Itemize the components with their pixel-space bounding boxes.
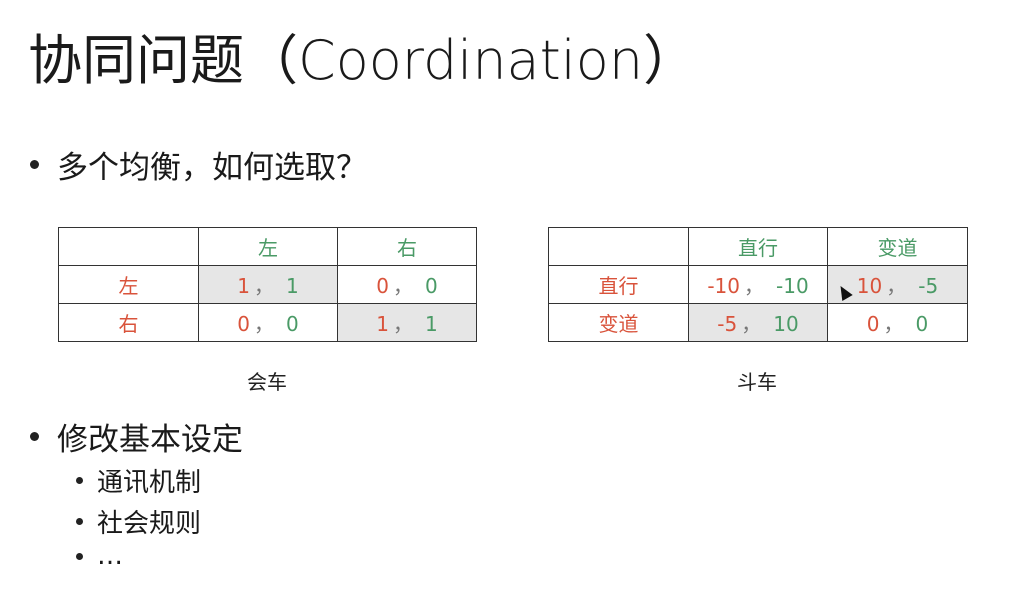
bullet-dot-icon [76, 477, 83, 484]
col-payoff: 10 [773, 312, 799, 336]
payoff-separator: ， [741, 312, 762, 336]
row-payoff: 0 [376, 274, 389, 298]
row-payoff: 1 [237, 274, 250, 298]
col-payoff: 0 [915, 312, 929, 336]
row-payoff: -5 [717, 312, 738, 336]
row-payoff: 10 [856, 274, 883, 298]
sub-bullet-text: 通讯机制 [97, 468, 202, 498]
row-payoff: 0 [237, 312, 250, 336]
payoff-cell: 0， 0 [827, 303, 968, 342]
payoff-cell: 1， 1 [198, 265, 338, 304]
bullet-dot-icon [76, 518, 83, 525]
row-payoff: -10 [707, 274, 740, 298]
col-header: 左 [198, 227, 338, 266]
row-payoff: 1 [376, 312, 389, 336]
col-header: 变道 [827, 227, 968, 266]
table-header-row: 左 右 [58, 227, 477, 266]
sub-bullet-text: 社会规则 [97, 509, 202, 539]
bullet-dot-icon [30, 432, 39, 441]
table-corner-cell [548, 227, 689, 266]
payoff-separator: ， [254, 312, 274, 336]
bullet-dot-icon [76, 552, 83, 560]
payoff-separator: ， [744, 274, 764, 298]
col-header: 直行 [688, 227, 828, 266]
payoff-separator: ， [393, 274, 413, 298]
bullet-dot-icon [30, 160, 39, 169]
payoff-cell: -5， 10 [688, 303, 828, 342]
slide-title: 协同问题（Coordination） [28, 29, 698, 92]
sub-bullet-ellipsis: … [76, 541, 123, 571]
payoff-separator: ， [883, 312, 904, 336]
table-corner-cell [58, 227, 199, 266]
col-header: 右 [337, 227, 477, 266]
col-payoff: 0 [286, 312, 299, 336]
row-header: 右 [58, 303, 199, 342]
table-caption: 斗车 [737, 370, 777, 394]
payoff-table-pass: 左 右 左 1， 1 0， 0 右 0， 0 1， 1 [58, 227, 477, 342]
payoff-cell: 0， 0 [198, 303, 338, 342]
payoff-cell: -10， -10 [688, 265, 828, 304]
table-row: 左 1， 1 0， 0 [58, 265, 477, 304]
col-payoff: 1 [425, 312, 438, 336]
col-payoff: -5 [918, 274, 939, 298]
col-payoff: -10 [776, 274, 809, 298]
sub-bullet-text: … [97, 541, 123, 571]
row-header: 直行 [548, 265, 689, 304]
payoff-separator: ， [254, 274, 274, 298]
sub-bullet-social-rules: 社会规则 [76, 503, 201, 540]
payoff-separator: ， [886, 274, 907, 298]
col-payoff: 0 [425, 274, 438, 298]
bullet-text: 多个均衡，如何选取？ [57, 150, 367, 186]
payoff-cell: 1， 1 [337, 303, 477, 342]
table-header-row: 直行 变道 [548, 227, 968, 266]
bullet-modify-settings: 修改基本设定 [30, 414, 243, 459]
row-header: 变道 [548, 303, 689, 342]
row-payoff: 0 [866, 312, 880, 336]
payoff-cell: 0， 0 [337, 265, 477, 304]
bullet-text: 修改基本设定 [57, 422, 243, 458]
table-row: 直行 -10， -10 10， -5 [548, 265, 968, 304]
sub-bullet-communication: 通讯机制 [76, 462, 201, 499]
col-payoff: 1 [286, 274, 299, 298]
payoff-table-chicken: 直行 变道 直行 -10， -10 10， -5 变道 -5， 10 0， 0 [548, 227, 968, 342]
payoff-separator: ， [393, 312, 413, 336]
table-caption: 会车 [247, 370, 287, 394]
payoff-cell: 10， -5 [827, 265, 968, 304]
table-row: 变道 -5， 10 0， 0 [548, 303, 968, 342]
row-header: 左 [58, 265, 199, 304]
bullet-multiple-equilibria: 多个均衡，如何选取？ [30, 142, 367, 187]
table-row: 右 0， 0 1， 1 [58, 303, 477, 342]
